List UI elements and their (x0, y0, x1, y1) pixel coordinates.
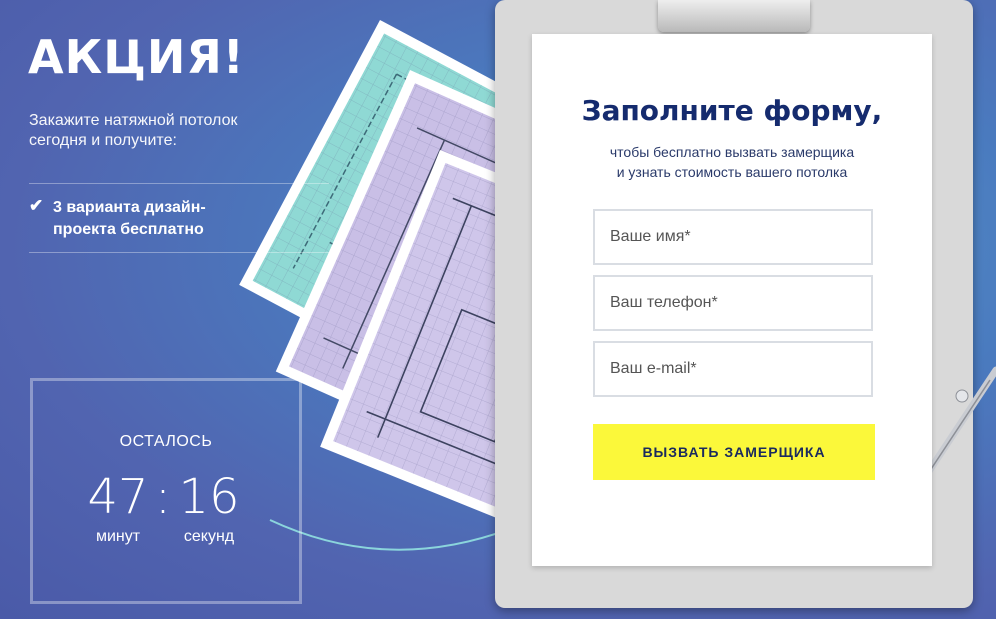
call-measurer-button[interactable]: ВЫЗВАТЬ ЗАМЕРЩИКА (593, 424, 875, 480)
form-description-line: чтобы бесплатно вызвать замерщика (609, 144, 855, 160)
name-input[interactable] (593, 209, 873, 265)
form-description-line: и узнать стоимость вашего потолка (616, 164, 848, 180)
form-paper: Заполните форму, чтобы бесплатно вызвать… (532, 34, 932, 566)
phone-input[interactable] (593, 275, 873, 331)
email-input[interactable] (593, 341, 873, 397)
form-title: Заполните форму, (581, 94, 883, 127)
form-description: чтобы бесплатно вызвать замерщика и узна… (532, 142, 932, 182)
